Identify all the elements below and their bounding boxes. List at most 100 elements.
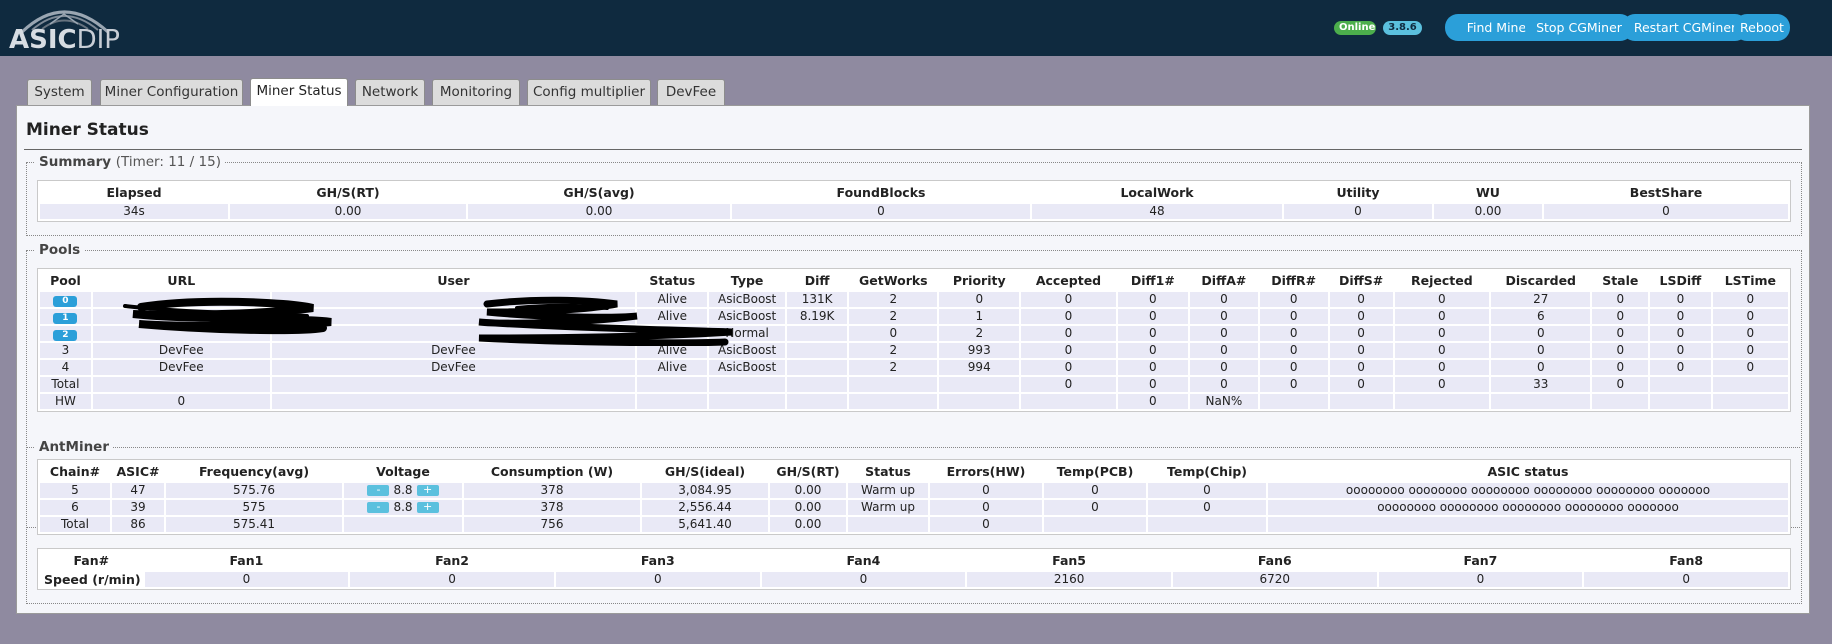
chain-cell: [1148, 517, 1266, 532]
voltage-increase-button[interactable]: +: [416, 501, 439, 513]
pool-cell: [271, 326, 636, 341]
chain-cell: 39: [112, 500, 164, 515]
pool-cell: Alive: [637, 309, 708, 324]
pool-cell: [1329, 394, 1393, 409]
chain-cell: Total: [40, 517, 110, 532]
pool-cell: 0: [1394, 343, 1490, 358]
pool-row: 1 Alive AsicBoost 8.19K 2 1 0 0 0 0 0 0 6 0 0 0: [40, 309, 1788, 324]
chain-cell: oooooooo oooooooo oooooooo oooooooo oooo…: [1268, 483, 1788, 498]
summary-header: BestShare: [1544, 183, 1788, 202]
tab-miner-status[interactable]: Miner Status: [250, 78, 348, 106]
pool-cell: 0: [1394, 309, 1490, 324]
fan-speed-value: 2160: [967, 572, 1171, 587]
tab-system[interactable]: System: [27, 79, 92, 105]
pool-cell: 0: [1592, 309, 1649, 324]
pool-cell: [786, 377, 848, 392]
chain-cell: -8.8 +: [344, 500, 462, 515]
pool-index-button[interactable]: 1: [53, 313, 78, 324]
pools-header: URL: [92, 271, 270, 290]
stop-cgminer-button[interactable]: Stop CGMiner: [1525, 14, 1633, 41]
fan-table: Fan# Fan1 Fan2 Fan3 Fan4 Fan5 Fan6 Fan7 Fan8 Spe…: [37, 548, 1791, 590]
pool-cell: 2: [849, 292, 938, 307]
tab-miner-configuration[interactable]: Miner Configuration: [100, 79, 243, 105]
fan-header: Fan7: [1378, 551, 1583, 570]
pool-index-button[interactable]: 0: [53, 296, 78, 307]
pool-cell: 0: [1592, 377, 1649, 392]
pool-cell: 0: [1592, 292, 1649, 307]
chain-cell: 0: [930, 483, 1042, 498]
antminer-header: GH/S(RT): [770, 462, 846, 481]
pools-header: Type: [709, 271, 785, 290]
pool-cell: [1650, 394, 1711, 409]
chain-cell: 0.00: [770, 517, 846, 532]
pool-cell: [849, 377, 938, 392]
tab-network[interactable]: Network: [355, 79, 425, 105]
chain-cell: 0: [930, 517, 1042, 532]
summary-value: 0.00: [230, 204, 466, 219]
antminer-header: Temp(PCB): [1044, 462, 1146, 481]
pool-cell: 0: [1491, 326, 1591, 341]
voltage-increase-button[interactable]: +: [416, 484, 439, 496]
chain-cell: 0.00: [770, 483, 846, 498]
summary-header: FoundBlocks: [732, 183, 1030, 202]
pool-cell: 0: [1259, 292, 1328, 307]
pools-legend: Pools: [39, 242, 81, 258]
pool-cell: 33: [1491, 377, 1591, 392]
pool-cell: 0: [1650, 326, 1711, 341]
reboot-button[interactable]: Reboot: [1734, 14, 1790, 41]
pool-cell: AsicBoost: [709, 292, 785, 307]
pool-cell: [92, 326, 270, 341]
restart-cgminer-button[interactable]: Restart CGMiner: [1622, 14, 1748, 41]
pool-cell: 0: [939, 292, 1020, 307]
pool-cell: Alive: [637, 343, 708, 358]
pool-cell: [1394, 394, 1490, 409]
pool-cell: [786, 394, 848, 409]
pool-row: 2 Dead Normal 0 2 0 0 0 0 0 0 0 0 0 0: [40, 326, 1788, 341]
top-header: ASICDIP Online 3.8.6 Find Miner Stop CGM…: [0, 0, 1832, 56]
pools-header-row: Pool URL User Status Type Diff GetWorks Priorit…: [40, 271, 1788, 290]
pool-cell: 0: [1712, 360, 1788, 375]
pools-header: Stale: [1592, 271, 1649, 290]
pool-cell: [939, 377, 1020, 392]
pool-index-button[interactable]: 2: [53, 330, 78, 341]
chain-cell: [1268, 517, 1788, 532]
fan-speed-value: 0: [350, 572, 554, 587]
fan-speed-label: Speed (r/min): [40, 572, 143, 587]
fan-header: Fan6: [1172, 551, 1377, 570]
pool-cell: 0: [1021, 360, 1116, 375]
pool-cell: 0: [1189, 360, 1258, 375]
fan-speed-row: Speed (r/min) 0 0 0 0 2160 6720 0 0: [40, 572, 1788, 587]
chain-cell: 47: [112, 483, 164, 498]
tab-config-multiplier[interactable]: Config multiplier: [527, 79, 651, 105]
pools-header: Status: [637, 271, 708, 290]
pool-cell: HW: [40, 394, 91, 409]
pool-cell: 0: [1259, 326, 1328, 341]
chain-cell: [344, 517, 462, 532]
chain-cell: 2,556.44: [642, 500, 768, 515]
summary-value: 0: [1544, 204, 1788, 219]
summary-legend: Summary (Timer: 11 / 15): [39, 154, 221, 170]
chain-cell: [1044, 517, 1146, 532]
pools-header: Pool: [40, 271, 91, 290]
fan-speed-value: 6720: [1172, 572, 1377, 587]
pool-cell: 0: [1394, 377, 1490, 392]
voltage-decrease-button[interactable]: -: [367, 484, 390, 496]
chain-row: 6 39 575-8.8 +378 2,556.44 0.00 Warm up 0 0 0 oooo…: [40, 500, 1788, 515]
pool-row: 4 DevFee DevFee Alive AsicBoost 2 994 0 0 0 0 0 0 0 0 0…: [40, 360, 1788, 375]
chain-cell: 378: [464, 500, 640, 515]
tab-monitoring[interactable]: Monitoring: [432, 79, 520, 105]
pools-header: LSDiff: [1650, 271, 1711, 290]
antminer-table: Chain# ASIC# Frequency(avg) Voltage Consumpt…: [37, 459, 1791, 535]
pool-cell: 994: [939, 360, 1020, 375]
chain-cell: 575: [166, 500, 342, 515]
tab-devfee[interactable]: DevFee: [657, 79, 725, 105]
pool-cell: DevFee: [92, 343, 270, 358]
pools-table: Pool URL User Status Type Diff GetWorks Priorit…: [37, 268, 1791, 412]
fan-speed-value: 0: [761, 572, 966, 587]
pool-cell: 0: [1259, 377, 1328, 392]
pool-cell: 0: [1592, 360, 1649, 375]
pool-cell: 3: [40, 343, 91, 358]
fan-speed-value: 0: [1378, 572, 1583, 587]
pool-cell: [271, 394, 636, 409]
voltage-decrease-button[interactable]: -: [367, 501, 390, 513]
